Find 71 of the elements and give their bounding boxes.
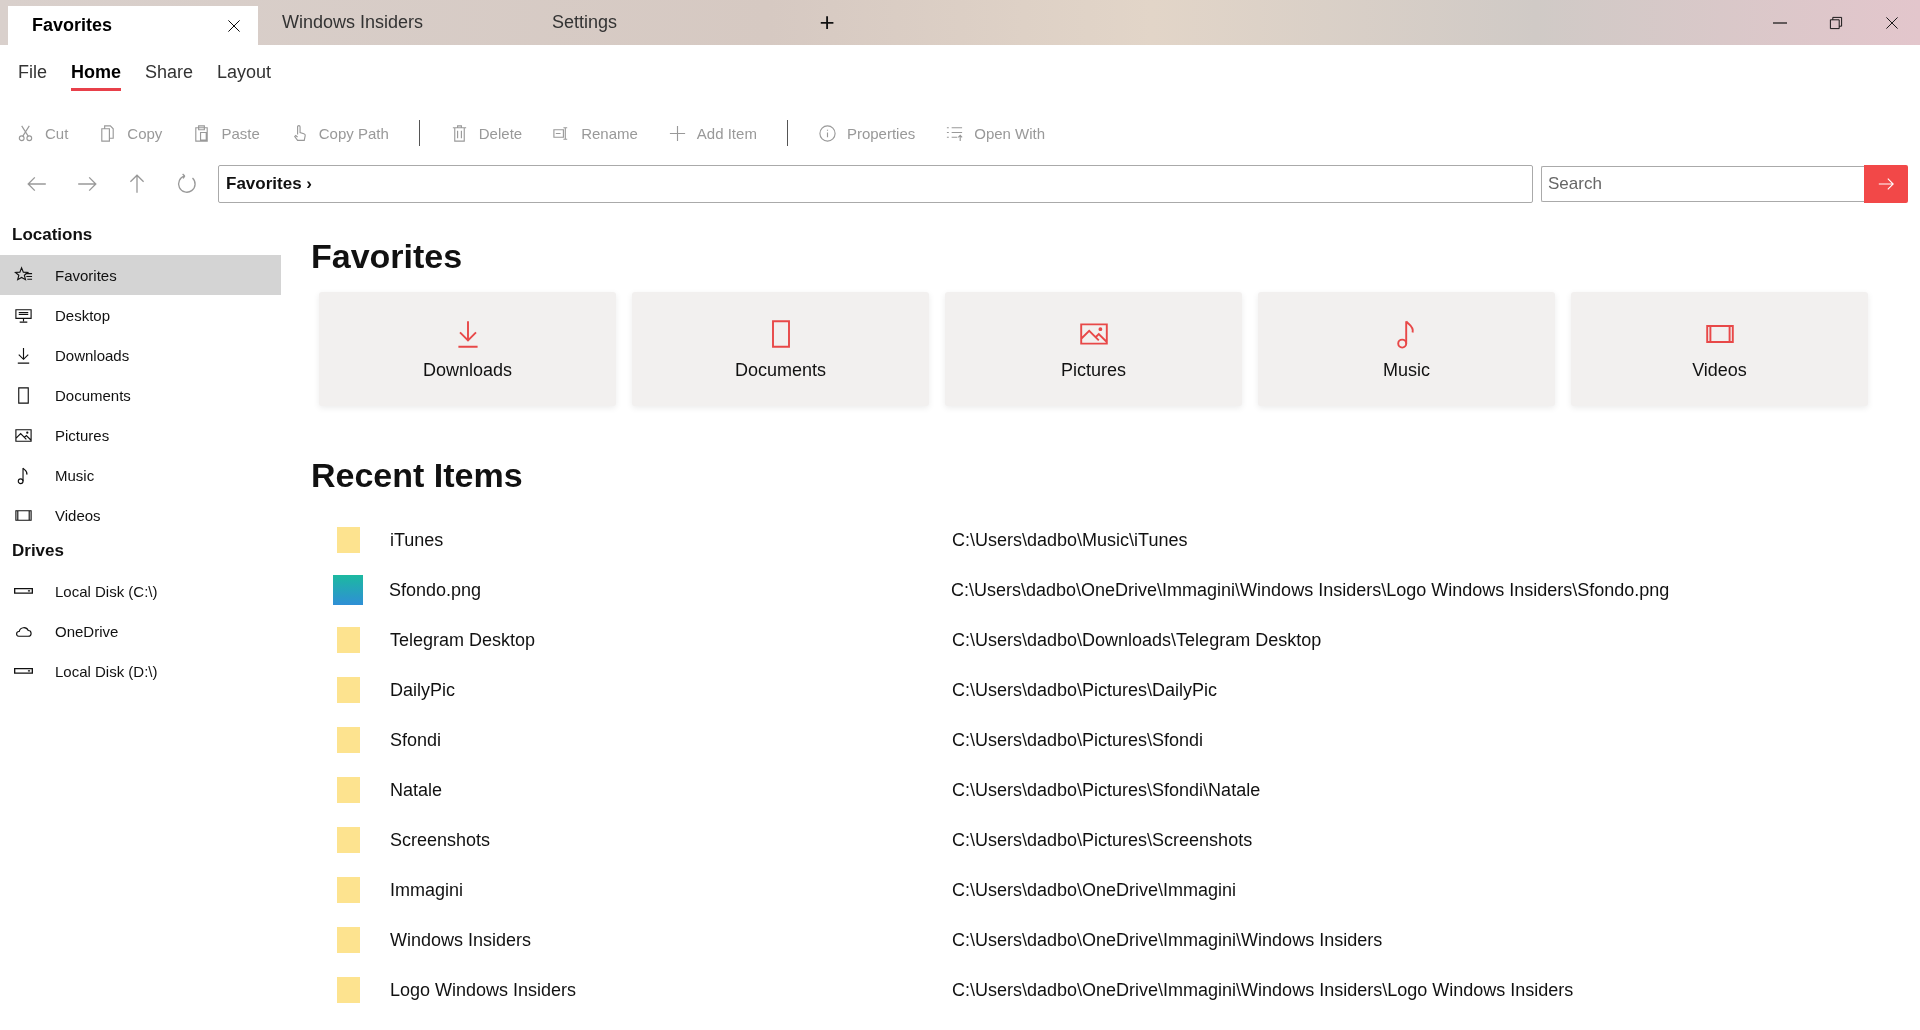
sidebar-item[interactable]: Downloads	[0, 335, 281, 375]
sidebar-item[interactable]: Music	[0, 455, 281, 495]
item-name[interactable]: Natale	[390, 779, 952, 801]
item-name[interactable]: Sfondo.png	[389, 579, 951, 601]
folder-card[interactable]: Videos	[1571, 292, 1868, 406]
item-name[interactable]: Immagini	[390, 879, 952, 901]
address-bar[interactable]: Favorites ›	[218, 165, 1533, 203]
folder-icon	[337, 777, 360, 803]
item-path: C:\Users\dadbo\Music\iTunes	[952, 529, 1188, 551]
new-tab-button[interactable]: +	[802, 0, 852, 45]
close-icon	[226, 17, 242, 34]
folder-icon	[337, 677, 360, 703]
image-thumbnail	[333, 575, 363, 605]
close-icon	[1884, 14, 1900, 31]
restore-icon	[1828, 14, 1844, 31]
item-path: C:\Users\dadbo\OneDrive\Immagini\Windows Insiders\Logo Windows Insiders	[952, 979, 1574, 1001]
ribbon-tab[interactable]: File	[18, 57, 47, 91]
folder-icon	[337, 627, 360, 653]
ribbon-tab[interactable]: Share	[145, 57, 194, 91]
item-path: C:\Users\dadbo\Downloads\Telegram Desktop	[952, 629, 1322, 651]
item-path: C:\Users\dadbo\OneDrive\Immagini\Windows Insiders\Logo Windows Insiders\Sfondo.png	[951, 579, 1670, 601]
folder-icon	[337, 727, 360, 753]
item-name[interactable]: Sfondi	[390, 729, 952, 751]
item-path: C:\Users\dadbo\Pictures\Sfondi	[952, 729, 1204, 751]
item-name[interactable]: Screenshots	[390, 829, 952, 851]
sidebar-item[interactable]: Favorites	[0, 255, 281, 295]
sidebar-heading: Drives	[11, 540, 65, 562]
sidebar-item[interactable]: Pictures	[0, 415, 281, 455]
scissors-icon	[16, 123, 35, 143]
folder-card[interactable]: Music	[1258, 292, 1555, 406]
sidebar-item[interactable]: Videos	[0, 495, 281, 535]
sidebar-item[interactable]: Documents	[0, 375, 281, 415]
browser-tab[interactable]: Windows Insiders	[258, 0, 528, 45]
sidebar-item[interactable]: Desktop	[0, 295, 281, 335]
folder-card[interactable]: Pictures	[945, 292, 1242, 406]
item-name[interactable]: Logo Windows Insiders	[390, 979, 952, 1001]
item-name[interactable]: iTunes	[390, 529, 952, 551]
drive-icon	[14, 668, 33, 674]
item-path: C:\Users\dadbo\OneDrive\Immagini\Windows Insiders	[952, 929, 1383, 951]
browser-tab[interactable]: Favorites	[8, 6, 258, 45]
item-path: C:\Users\dadbo\Pictures\Sfondi\Natale	[952, 779, 1261, 801]
search-field[interactable]: Search	[1541, 166, 1864, 202]
item-path: C:\Users\dadbo\Pictures\DailyPic	[952, 679, 1218, 701]
minimize-icon	[1772, 21, 1788, 24]
folder-icon	[337, 527, 360, 553]
sidebar-item[interactable]: OneDrive	[0, 611, 281, 651]
plus-icon	[667, 123, 687, 143]
sidebar-item[interactable]: Local Disk (D:\)	[0, 651, 281, 691]
refresh-icon	[176, 173, 198, 195]
item-path: C:\Users\dadbo\OneDrive\Immagini	[952, 879, 1237, 901]
folder-card[interactable]: Downloads	[319, 292, 616, 406]
item-name[interactable]: DailyPic	[390, 679, 952, 701]
ribbon-tab[interactable]: Layout	[217, 57, 272, 91]
sidebar-heading: Locations	[11, 224, 94, 246]
item-name[interactable]: Telegram Desktop	[390, 629, 952, 651]
folder-icon	[337, 827, 360, 853]
folder-icon	[337, 927, 360, 953]
drive-icon	[14, 588, 33, 594]
section-title: Recent Items	[311, 456, 524, 495]
forward-arrow-icon	[1877, 175, 1895, 193]
search-button[interactable]	[1864, 165, 1908, 203]
item-name[interactable]: Windows Insiders	[390, 929, 952, 951]
folder-card[interactable]: Documents	[632, 292, 929, 406]
folder-icon	[337, 877, 360, 903]
section-title: Favorites	[311, 237, 464, 276]
folder-icon	[337, 977, 360, 1003]
browser-tab[interactable]: Settings	[528, 0, 798, 45]
item-path: C:\Users\dadbo\Pictures\Screenshots	[952, 829, 1253, 851]
info-icon	[817, 123, 837, 143]
sidebar-item[interactable]: Local Disk (C:\)	[0, 571, 281, 611]
ribbon-tab[interactable]: Home	[71, 57, 122, 91]
